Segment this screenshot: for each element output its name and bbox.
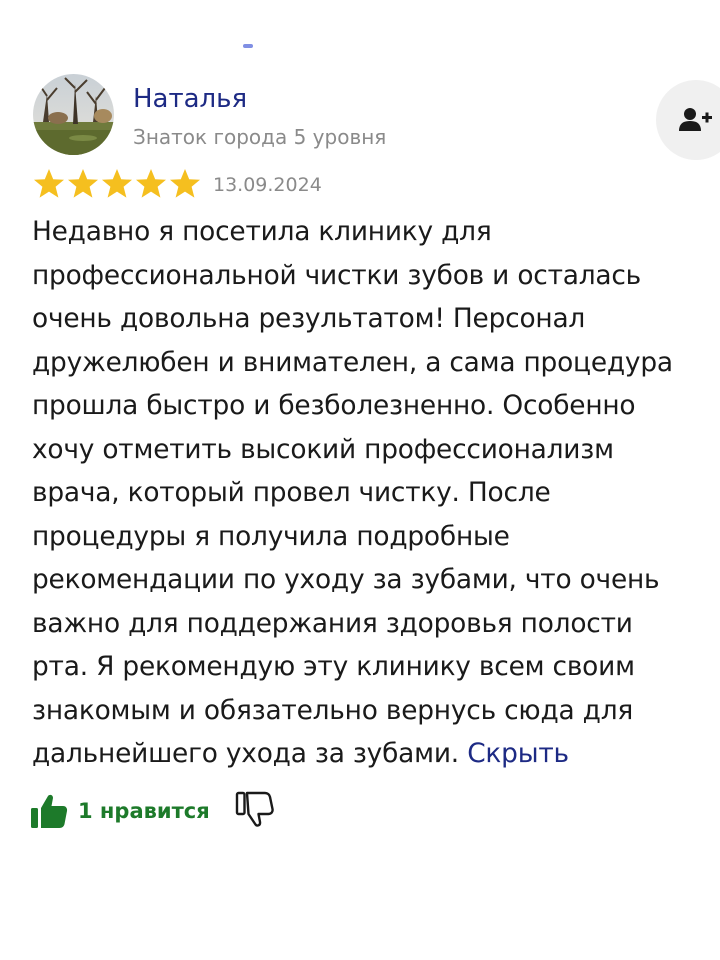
- star-icon: [136, 169, 166, 198]
- star-icon: [170, 169, 200, 198]
- review-text-line: дальнейшего ухода за зубами.: [32, 738, 459, 769]
- reactions: 1 нравится: [30, 790, 274, 832]
- dislike-button[interactable]: [234, 790, 274, 832]
- hide-link[interactable]: Скрыть: [467, 738, 569, 769]
- review-text-line: процедуры я получила подробные: [32, 520, 510, 552]
- review-text-line: прошла быстро и безболезненно. Особенно: [32, 390, 636, 421]
- review-text: Недавно я посетила клинику для профессио…: [32, 210, 716, 776]
- review-text-line: рта. Я рекомендую эту клинику всем своим: [32, 651, 635, 682]
- star-icon: [102, 169, 132, 198]
- review-text-line: Недавно я посетила клинику для: [32, 216, 492, 247]
- avatar-photo: [33, 74, 114, 155]
- review-text-line: врача, который провел чистку. После: [32, 477, 551, 508]
- review-text-line: дружелюбен и внимателен, а сама процедур…: [32, 346, 673, 378]
- review-text-line: профессиональной чистки зубов и осталась: [32, 259, 642, 291]
- star-icon: [68, 169, 98, 198]
- thumbs-down-icon: [235, 791, 274, 827]
- review-text-line: хочу отметить высокий профессионализм: [32, 433, 614, 465]
- star-icon: [34, 169, 64, 198]
- review-date: 13.09.2024: [213, 174, 322, 196]
- avatar[interactable]: [33, 74, 114, 155]
- like-count: 1 нравится: [78, 799, 210, 823]
- thumbs-up-icon: [31, 794, 68, 828]
- scroll-indicator: [243, 44, 253, 48]
- review-text-line: знакомым и обязательно вернусь сюда для: [32, 694, 634, 726]
- review-text-last-line: дальнейшего ухода за зубами. Скрыть: [32, 732, 716, 776]
- author-level: Знаток города 5 уровня: [133, 125, 387, 149]
- subscribe-button[interactable]: [656, 80, 720, 160]
- rating-stars: [33, 168, 201, 199]
- review-text-line: важно для поддержания здоровья полости: [32, 607, 633, 639]
- review-text-line: очень довольна результатом! Персонал: [32, 303, 586, 334]
- review-text-line: рекомендации по уходу за зубами, что оче…: [32, 564, 660, 595]
- author-name[interactable]: Наталья: [133, 82, 247, 116]
- add-user-icon: [679, 108, 712, 131]
- like-button[interactable]: 1 нравится: [30, 793, 210, 829]
